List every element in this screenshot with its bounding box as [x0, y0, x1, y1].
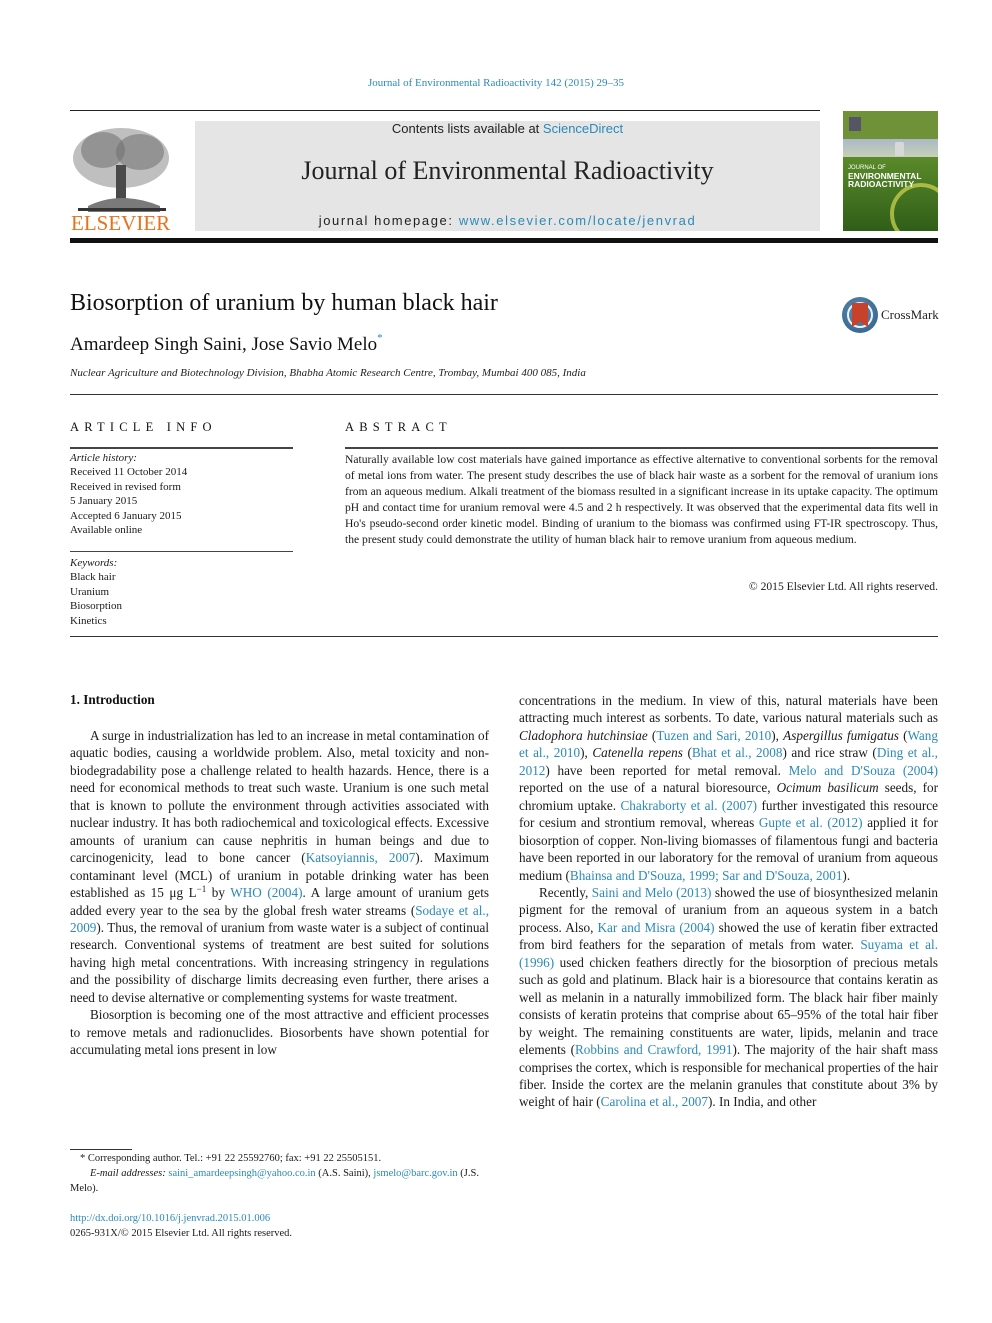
article-info-rule [70, 447, 293, 449]
text-run: ). In India, and other [707, 1094, 817, 1110]
text-run: ( [898, 727, 908, 743]
text-run: Biosorption is becoming one of the most … [70, 1007, 489, 1058]
text-run: ), [771, 727, 784, 743]
species-name: Cladophora hutchinsiae [519, 727, 648, 743]
citation-link[interactable]: Melo and D'Souza (2004) [789, 763, 938, 778]
keyword: Biosorption [70, 600, 122, 613]
history-item: Received 11 October 2014 [70, 466, 188, 479]
journal-citation-link[interactable]: Journal of Environmental Radioactivity 1… [0, 77, 992, 89]
header-thick-rule [70, 238, 938, 243]
keyword: Uranium [70, 585, 110, 598]
crossmark-label: CrossMark [881, 307, 939, 322]
history-label: Article history: [70, 452, 137, 464]
doi-link[interactable]: http://dx.doi.org/10.1016/j.jenvrad.2015… [70, 1211, 270, 1226]
paragraph: A surge in industrialization has led to … [70, 727, 489, 1006]
front-matter-divider [70, 636, 938, 637]
text-run: reported on the use of a natural bioreso… [519, 780, 777, 796]
cooling-tower-icon [895, 142, 904, 156]
superscript: −1 [196, 884, 207, 895]
affiliation: Nuclear Agriculture and Biotechnology Di… [70, 367, 586, 379]
contents-line: Contents lists available at ScienceDirec… [195, 121, 820, 136]
citation-link[interactable]: Katsoyiannis, 2007 [306, 850, 416, 865]
history-item: Available online [70, 524, 143, 537]
history-item: Received in revised form [70, 480, 181, 493]
history-item: 5 January 2015 [70, 495, 138, 508]
citation-link[interactable]: Bhainsa and D'Souza, 1999; Sar and D'Sou… [570, 868, 843, 883]
abstract-text: Naturally available low cost materials h… [345, 453, 938, 546]
body-column-right: concentrations in the medium. In view of… [519, 692, 938, 1111]
text-run: by [206, 885, 231, 901]
contents-prefix: Contents lists available at [391, 121, 543, 136]
email-link-saini[interactable]: saini_amardeepsingh@yahoo.co.in [168, 1168, 315, 1179]
paragraph: Recently, Saini and Melo (2013) showed t… [519, 884, 938, 1111]
keywords: Keywords: Black hair Uranium Biosorption… [70, 556, 122, 628]
header-rule [70, 110, 820, 111]
elsevier-wordmark[interactable]: ELSEVIER [71, 211, 170, 236]
text-run: A surge in industrialization has led to … [70, 728, 489, 866]
corresponding-author-footnote: * Corresponding author. Tel.: +91 22 255… [80, 1153, 382, 1164]
citation-link[interactable]: Bhat et al., 2008 [692, 745, 783, 760]
homepage-prefix: journal homepage: [318, 213, 459, 228]
text-run: ), [580, 745, 593, 761]
citation-link[interactable]: Gupte et al. (2012) [759, 815, 863, 830]
citation-link[interactable]: Saini and Melo (2013) [592, 885, 712, 900]
authors-text: Amardeep Singh Saini, Jose Savio Melo [70, 334, 378, 355]
citation-link[interactable]: WHO (2004) [230, 885, 302, 900]
email-footnote: E-mail addresses: saini_amardeepsingh@ya… [70, 1166, 489, 1196]
text-run: ) and rice straw ( [782, 745, 877, 761]
sciencedirect-link[interactable]: ScienceDirect [543, 121, 623, 136]
article-title: Biosorption of uranium by human black ha… [70, 290, 498, 316]
history-item: Accepted 6 January 2015 [70, 509, 182, 522]
title-divider [70, 394, 938, 395]
author-list: Amardeep Singh Saini, Jose Savio Melo* [70, 332, 383, 356]
citation-link[interactable]: Tuzen and Sari, 2010 [656, 728, 771, 743]
species-name: Aspergillus fumigatus [783, 727, 899, 743]
corresponding-author-mark[interactable]: * [377, 332, 383, 344]
keywords-rule [70, 551, 293, 552]
section-heading-introduction: 1. Introduction [70, 692, 155, 707]
abstract-copyright: © 2015 Elsevier Ltd. All rights reserved… [748, 580, 938, 593]
citation-link[interactable]: Chakraborty et al. (2007) [620, 798, 757, 813]
citation-link[interactable]: Kar and Misra (2004) [598, 920, 715, 935]
text-run: ( [682, 745, 692, 761]
abstract-heading: ABSTRACT [345, 420, 452, 434]
abstract-rule [345, 447, 938, 449]
species-name: Ocimum basilicum [776, 780, 879, 796]
citation-link[interactable]: Robbins and Crawford, 1991 [575, 1042, 732, 1057]
cover-title: JOURNAL OF ENVIRONMENTAL RADIOACTIVITY [848, 164, 922, 188]
cover-sky [843, 139, 938, 157]
cover-publisher-mark-icon [849, 117, 861, 131]
text-run: Recently, [539, 884, 592, 900]
paragraph: Biosorption is becoming one of the most … [70, 1006, 489, 1058]
homepage-line: journal homepage: www.elsevier.com/locat… [195, 213, 820, 228]
journal-cover-thumbnail[interactable]: JOURNAL OF ENVIRONMENTAL RADIOACTIVITY [843, 111, 938, 231]
keywords-label: Keywords: [70, 557, 118, 569]
species-name: Catenella repens [592, 745, 683, 761]
issn-copyright: 0265-931X/© 2015 Elsevier Ltd. All right… [70, 1228, 293, 1239]
text-run: ). [842, 867, 851, 883]
body-column-left: A surge in industrialization has led to … [70, 727, 489, 1059]
citation-link[interactable]: Carolina et al., 2007 [601, 1094, 708, 1109]
keyword: Black hair [70, 571, 116, 584]
article-info-heading: ARTICLE INFO [70, 420, 217, 434]
email-label: E-mail addresses: [90, 1168, 166, 1179]
journal-homepage-link[interactable]: www.elsevier.com/locate/jenvrad [459, 213, 696, 228]
text-run: ). Thus, the removal of uranium from was… [70, 919, 489, 1005]
text-run: concentrations in the medium. In view of… [519, 693, 938, 726]
journal-title: Journal of Environmental Radioactivity [301, 156, 714, 185]
crossmark-button[interactable]: CrossMark [842, 297, 939, 335]
paragraph: concentrations in the medium. In view of… [519, 692, 938, 884]
email-owner: (A.S. Saini), [315, 1168, 374, 1179]
keyword: Kinetics [70, 614, 107, 627]
cover-title-line: RADIOACTIVITY [848, 179, 915, 189]
footnote-rule [70, 1149, 132, 1150]
email-link-melo[interactable]: jsmelo@barc.gov.in [373, 1168, 457, 1179]
text-run: ) have been reported for metal removal. [545, 762, 789, 778]
article-history: Article history: Received 11 October 201… [70, 451, 187, 537]
